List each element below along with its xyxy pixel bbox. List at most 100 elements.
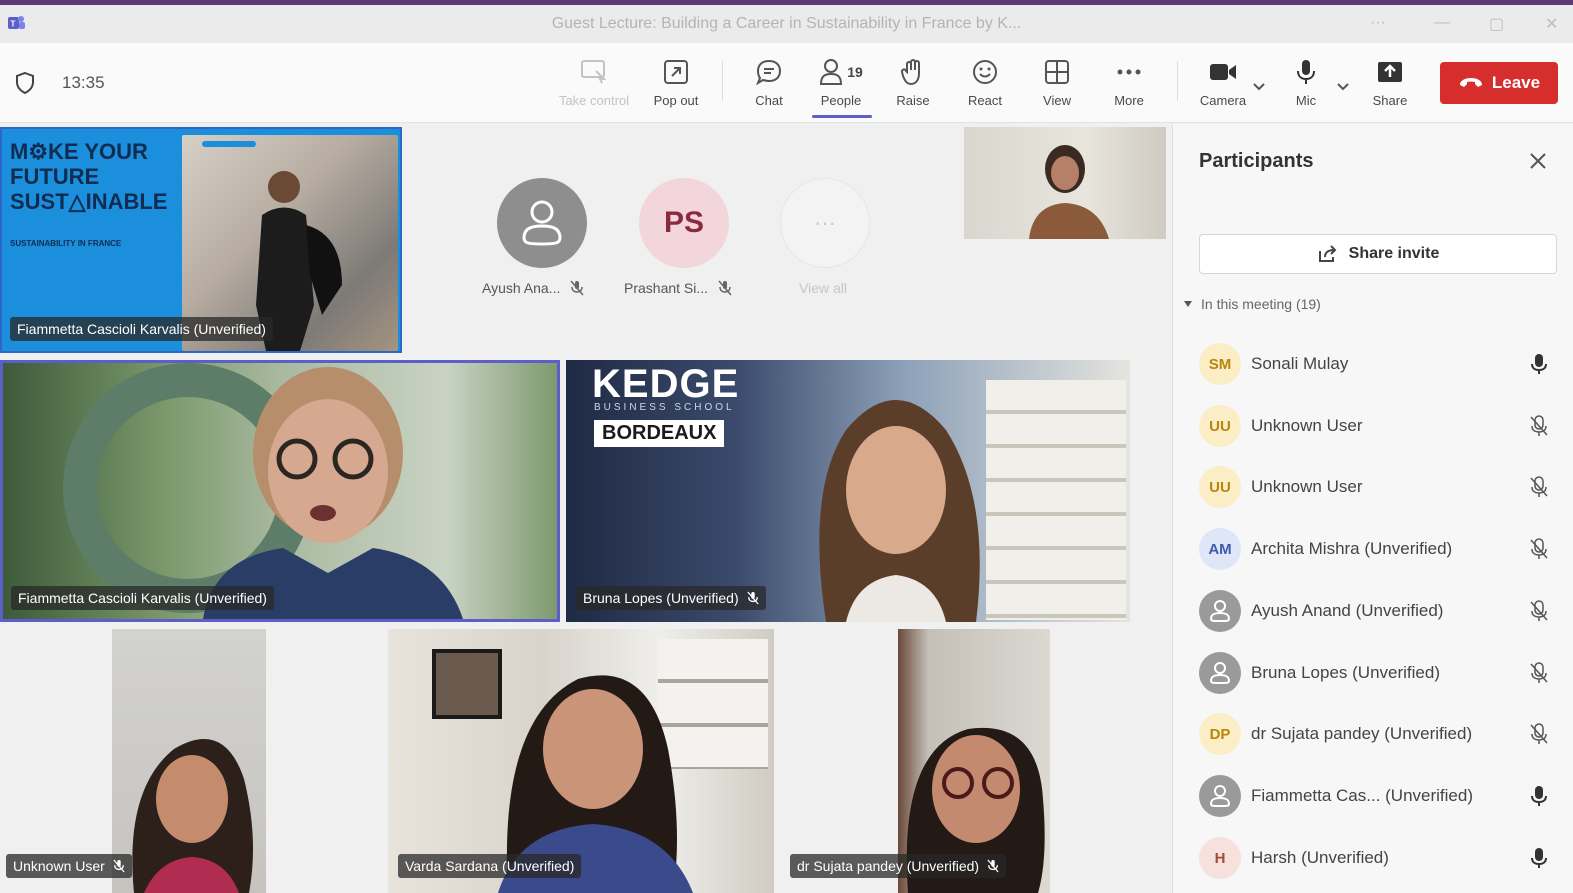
avatar-name-label: Prashant Si... <box>624 280 709 296</box>
microphone-icon <box>1297 60 1315 84</box>
more-label: More <box>1114 93 1144 108</box>
participant-row[interactable]: DP dr Sujata pandey (Unverified) <box>1199 709 1561 759</box>
view-all-button[interactable]: ··· <box>780 178 870 268</box>
mic-muted-icon <box>1530 662 1548 683</box>
participant-row[interactable]: AM Archita Mishra (Unverified) <box>1199 524 1561 574</box>
participant-video-unknown[interactable] <box>112 629 266 893</box>
participant-avatar[interactable] <box>497 178 587 268</box>
camera-button[interactable]: Camera <box>1187 57 1259 108</box>
kedge-logo: KEDGE <box>592 362 740 406</box>
more-dots-icon <box>1117 69 1141 75</box>
pop-out-button[interactable]: Pop out <box>640 57 712 108</box>
kedge-nametag-text: Bruna Lopes (Unverified) <box>583 590 739 606</box>
participant-avatar: H <box>1199 837 1241 879</box>
person-placeholder-icon <box>522 200 562 246</box>
mic-button[interactable]: Mic <box>1270 57 1342 108</box>
mic-options-chevron-icon[interactable] <box>1336 81 1350 91</box>
avatar-name-prashant: Prashant Si... <box>624 280 732 296</box>
pop-out-label: Pop out <box>653 93 699 108</box>
people-button[interactable]: 19 People <box>805 57 877 108</box>
participant-avatar: DP <box>1199 713 1241 755</box>
participant-row[interactable]: Ayush Anand (Unverified) <box>1199 586 1561 636</box>
mic-label: Mic <box>1295 93 1317 108</box>
participant-avatar: AM <box>1199 528 1241 570</box>
participant-name: dr Sujata pandey (Unverified) <box>1251 724 1473 743</box>
mic-muted-icon <box>718 280 732 296</box>
grid-view-icon <box>1045 60 1069 84</box>
react-button[interactable]: React <box>949 57 1021 108</box>
participant-avatar-ps[interactable]: PS <box>639 178 729 268</box>
mic-muted-icon <box>570 280 584 296</box>
mic-muted-icon <box>113 859 125 873</box>
sujata-nametag: dr Sujata pandey (Unverified) <box>790 854 1007 878</box>
mic-muted-icon <box>1530 415 1548 436</box>
share-invite-icon <box>1318 245 1337 262</box>
chat-button[interactable]: Chat <box>733 57 805 108</box>
view-all-label[interactable]: View all <box>799 280 847 296</box>
raise-hand-button[interactable]: Raise <box>877 57 949 108</box>
window-title: Guest Lecture: Building a Career in Sust… <box>551 15 1022 32</box>
participant-name: Unknown User <box>1251 477 1363 496</box>
participant-row[interactable]: Bruna Lopes (Unverified) <box>1199 648 1561 698</box>
raise-label: Raise <box>896 93 930 108</box>
in-meeting-section-header[interactable]: In this meeting (19) <box>1183 296 1321 312</box>
minimize-button[interactable]: — <box>1434 14 1450 32</box>
more-button[interactable]: More <box>1093 57 1165 108</box>
participant-name: Unknown User <box>1251 416 1363 435</box>
microphone-icon <box>1531 848 1547 868</box>
microphone-icon <box>1531 786 1547 806</box>
collapse-triangle-icon <box>1184 301 1192 307</box>
person-silhouette-icon <box>132 739 253 893</box>
in-meeting-section-label: In this meeting (19) <box>1201 296 1321 312</box>
participant-row[interactable]: UU Unknown User <box>1199 401 1561 451</box>
close-icon[interactable] <box>1527 150 1549 172</box>
participant-row[interactable]: H Harsh (Unverified) <box>1199 833 1561 883</box>
slide-photo-tag <box>202 141 256 147</box>
take-control-icon <box>581 60 607 84</box>
title-bar: T Guest Lecture: Building a Career in Su… <box>0 5 1573 43</box>
raise-hand-icon <box>900 59 920 86</box>
participant-avatar: UU <box>1199 405 1241 447</box>
share-button[interactable]: Share <box>1354 57 1426 108</box>
participant-name: Ayush Anand (Unverified) <box>1251 601 1444 620</box>
mic-muted-icon <box>1530 600 1548 621</box>
camera-options-chevron-icon[interactable] <box>1252 81 1266 91</box>
person-silhouette-icon <box>1029 145 1109 239</box>
leave-button[interactable]: Leave <box>1440 62 1558 104</box>
maximize-button[interactable]: ▢ <box>1489 14 1504 34</box>
leave-label: Leave <box>1491 73 1541 92</box>
view-button[interactable]: View <box>1021 57 1093 108</box>
person-silhouette-icon <box>203 367 463 619</box>
varda-nametag: Varda Sardana (Unverified) <box>398 854 582 878</box>
participant-name: Bruna Lopes (Unverified) <box>1251 663 1440 682</box>
close-window-button[interactable]: ✕ <box>1545 14 1558 34</box>
participant-avatar: SM <box>1199 343 1241 385</box>
participant-row[interactable]: SM Sonali Mulay <box>1199 339 1561 389</box>
participant-row[interactable]: UU Unknown User <box>1199 462 1561 512</box>
toolbar-divider <box>722 61 723 101</box>
participant-video-kedge[interactable]: KEDGE BUSINESS SCHOOL BORDEAUX Bruna Lop… <box>566 360 1130 622</box>
microphone-icon <box>1531 354 1547 374</box>
chat-label: Chat <box>755 93 783 108</box>
slide-line-1: M⚙KE YOUR <box>10 139 148 164</box>
take-control-label: Take control <box>558 93 630 108</box>
share-invite-button[interactable]: Share invite <box>1199 234 1557 274</box>
person-silhouette-icon <box>819 400 980 622</box>
people-active-indicator <box>812 115 872 118</box>
participant-name: Harsh (Unverified) <box>1251 848 1389 867</box>
participants-title: Participants <box>1199 150 1314 172</box>
take-control-button[interactable]: Take control <box>558 57 630 108</box>
meeting-timer: 13:35 <box>62 73 105 92</box>
shared-content-tile[interactable]: M⚙KE YOUR FUTURE SUST△INABLE SUSTAINABIL… <box>0 127 402 353</box>
window-more-button[interactable]: ··· <box>1370 14 1386 32</box>
participant-name: Archita Mishra (Unverified) <box>1251 539 1453 558</box>
mic-muted-icon <box>1530 476 1548 497</box>
participant-row[interactable]: Fiammetta Cas... (Unverified) <box>1199 771 1561 821</box>
share-label: Share <box>1372 93 1408 108</box>
participant-video-small[interactable] <box>964 127 1166 239</box>
active-speaker-tile[interactable]: Fiammetta Cascioli Karvalis (Unverified) <box>0 360 560 622</box>
slide-subtitle: SUSTAINABILITY IN FRANCE <box>10 239 122 248</box>
mic-muted-icon <box>1530 723 1548 744</box>
people-count: 19 <box>847 64 863 80</box>
hang-up-icon <box>1459 78 1482 87</box>
